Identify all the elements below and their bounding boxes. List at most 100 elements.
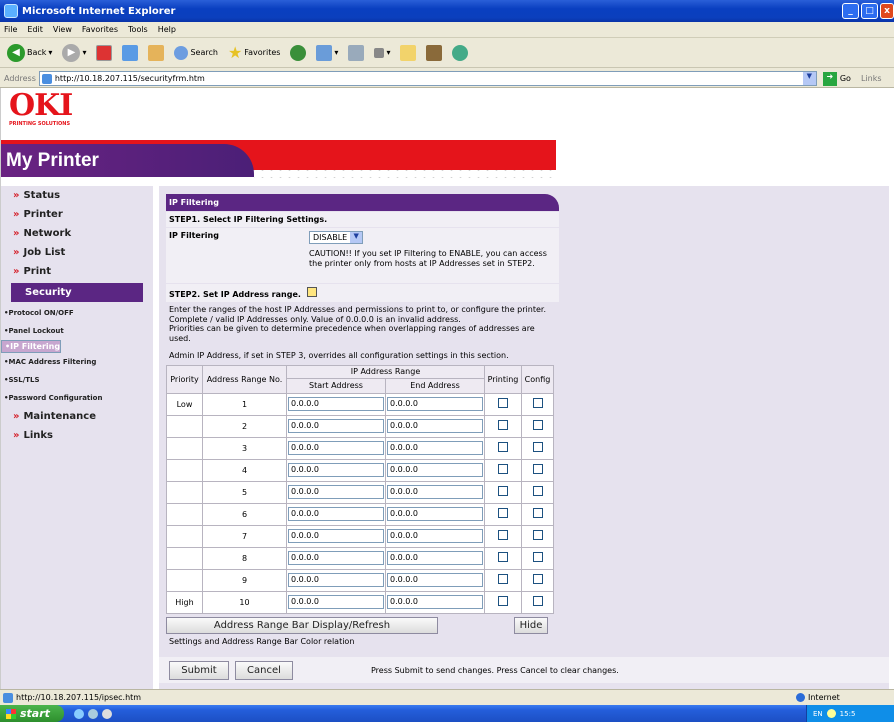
cancel-button[interactable]: Cancel bbox=[235, 660, 293, 680]
start-address-input[interactable]: 0.0.0.0 bbox=[288, 595, 384, 609]
sidebar-item[interactable]: » Printer bbox=[1, 205, 153, 224]
forward-button[interactable]: ▶ ▾ bbox=[59, 43, 89, 62]
menu-item[interactable]: File bbox=[4, 25, 17, 34]
edit-button[interactable]: ▾ bbox=[371, 47, 393, 58]
hide-button[interactable]: Hide bbox=[514, 616, 548, 634]
config-checkbox[interactable] bbox=[532, 596, 543, 606]
minimize-button[interactable]: _ bbox=[842, 3, 859, 19]
research-button[interactable] bbox=[423, 44, 445, 61]
menu-item[interactable]: View bbox=[53, 25, 72, 34]
sidebar-item[interactable]: » Job List bbox=[1, 243, 153, 262]
printing-checkbox[interactable] bbox=[498, 596, 508, 606]
printing-checkbox[interactable] bbox=[498, 420, 508, 430]
printing-checkbox[interactable] bbox=[498, 552, 508, 562]
end-address-input[interactable]: 0.0.0.0 bbox=[387, 507, 483, 521]
quick-launch bbox=[74, 708, 112, 719]
config-checkbox[interactable] bbox=[532, 530, 543, 540]
links-button[interactable]: Links bbox=[861, 74, 882, 83]
config-checkbox[interactable] bbox=[532, 398, 543, 408]
tray-icon[interactable] bbox=[826, 709, 836, 718]
chevron-right-icon: » bbox=[13, 190, 20, 201]
ip-filtering-select[interactable]: DISABLE ▼ bbox=[309, 231, 364, 244]
back-button[interactable]: ◀ Back ▾ bbox=[4, 43, 55, 62]
print-button[interactable] bbox=[345, 44, 367, 61]
start-button[interactable]: start bbox=[0, 705, 64, 722]
start-address-input[interactable]: 0.0.0.0 bbox=[288, 529, 384, 543]
submit-button[interactable]: Submit bbox=[169, 660, 229, 680]
printing-checkbox[interactable] bbox=[498, 486, 508, 496]
printing-checkbox[interactable] bbox=[498, 574, 508, 584]
priority-cell bbox=[166, 458, 203, 482]
end-address-input[interactable]: 0.0.0.0 bbox=[387, 441, 483, 455]
sidebar-item[interactable]: » Status bbox=[1, 186, 153, 205]
globe-icon bbox=[796, 693, 805, 702]
printing-checkbox[interactable] bbox=[498, 530, 508, 540]
start-address-input[interactable]: 0.0.0.0 bbox=[288, 397, 384, 411]
start-address-input[interactable]: 0.0.0.0 bbox=[288, 507, 384, 521]
printing-checkbox[interactable] bbox=[498, 508, 508, 518]
config-checkbox[interactable] bbox=[532, 574, 543, 584]
sidebar-subitem[interactable]: •Protocol ON/OFF bbox=[1, 304, 153, 322]
end-address-input[interactable]: 0.0.0.0 bbox=[387, 595, 483, 609]
end-address-input[interactable]: 0.0.0.0 bbox=[387, 485, 483, 499]
end-address-input[interactable]: 0.0.0.0 bbox=[387, 419, 483, 433]
mail-button[interactable]: ▾ bbox=[313, 44, 341, 61]
config-checkbox[interactable] bbox=[532, 508, 543, 518]
stop-button[interactable] bbox=[93, 44, 115, 61]
language-indicator[interactable]: EN bbox=[813, 710, 823, 718]
history-button[interactable] bbox=[287, 44, 309, 61]
printing-checkbox[interactable] bbox=[498, 442, 508, 452]
close-button[interactable]: x bbox=[880, 3, 894, 19]
edit-note-icon[interactable] bbox=[307, 287, 318, 297]
start-address-input[interactable]: 0.0.0.0 bbox=[288, 419, 384, 433]
chevron-down-icon[interactable]: ▼ bbox=[802, 72, 816, 85]
go-button[interactable]: Go bbox=[840, 74, 851, 83]
start-address-input[interactable]: 0.0.0.0 bbox=[288, 485, 384, 499]
printing-checkbox[interactable] bbox=[498, 398, 508, 408]
refresh-button[interactable] bbox=[119, 44, 141, 61]
menu-item[interactable]: Tools bbox=[128, 25, 148, 34]
menu-item[interactable]: Help bbox=[158, 25, 176, 34]
config-checkbox[interactable] bbox=[532, 464, 543, 474]
search-button[interactable]: Search bbox=[171, 45, 220, 60]
refresh-bar-button[interactable]: Address Range Bar Display/Refresh bbox=[166, 616, 438, 634]
sidebar-item[interactable]: » Print bbox=[1, 262, 153, 281]
end-address-input[interactable]: 0.0.0.0 bbox=[387, 397, 483, 411]
menu-item[interactable]: Edit bbox=[27, 25, 43, 34]
sidebar-item[interactable]: » Maintenance bbox=[1, 407, 153, 426]
config-checkbox[interactable] bbox=[532, 552, 543, 562]
sidebar-item[interactable]: » Network bbox=[1, 224, 153, 243]
media-quicklaunch-icon[interactable] bbox=[88, 708, 98, 719]
home-button[interactable] bbox=[145, 44, 167, 61]
messenger-button[interactable] bbox=[449, 44, 471, 61]
ie-quicklaunch-icon[interactable] bbox=[74, 708, 84, 719]
menu-item[interactable]: Favorites bbox=[82, 25, 118, 34]
config-checkbox[interactable] bbox=[532, 420, 543, 430]
desktop-quicklaunch-icon[interactable] bbox=[102, 708, 112, 719]
sidebar-item-security[interactable]: Security bbox=[11, 283, 143, 302]
sidebar-subitem[interactable]: •MAC Address Filtering bbox=[1, 353, 153, 371]
col-start-address: Start Address bbox=[286, 377, 386, 394]
folder-button[interactable] bbox=[397, 44, 419, 61]
start-address-input[interactable]: 0.0.0.0 bbox=[288, 551, 384, 565]
sidebar-subitem[interactable]: •Password Configuration bbox=[1, 389, 153, 407]
end-address-input[interactable]: 0.0.0.0 bbox=[387, 551, 483, 565]
sidebar-subitem[interactable]: •SSL/TLS bbox=[1, 371, 153, 389]
favorites-button[interactable]: ★ Favorites bbox=[225, 43, 283, 62]
printing-checkbox[interactable] bbox=[498, 464, 508, 474]
sidebar-subitem[interactable]: •Panel Lockout bbox=[1, 322, 153, 340]
config-checkbox[interactable] bbox=[532, 486, 543, 496]
maximize-button[interactable]: □ bbox=[861, 3, 878, 19]
range-no-cell: 10 bbox=[202, 590, 287, 614]
start-address-input[interactable]: 0.0.0.0 bbox=[288, 573, 384, 587]
go-arrow-icon[interactable]: ➜ bbox=[822, 71, 837, 86]
end-address-input[interactable]: 0.0.0.0 bbox=[387, 573, 483, 587]
start-address-input[interactable]: 0.0.0.0 bbox=[288, 441, 384, 455]
sidebar-subitem[interactable]: •IP Filtering bbox=[1, 340, 62, 353]
end-address-input[interactable]: 0.0.0.0 bbox=[387, 529, 483, 543]
address-input[interactable]: http://10.18.207.115/securityfrm.htm ▼ bbox=[38, 71, 817, 86]
config-checkbox[interactable] bbox=[532, 442, 543, 452]
start-address-input[interactable]: 0.0.0.0 bbox=[288, 463, 384, 477]
sidebar-item[interactable]: » Links bbox=[1, 426, 153, 445]
end-address-input[interactable]: 0.0.0.0 bbox=[387, 463, 483, 477]
